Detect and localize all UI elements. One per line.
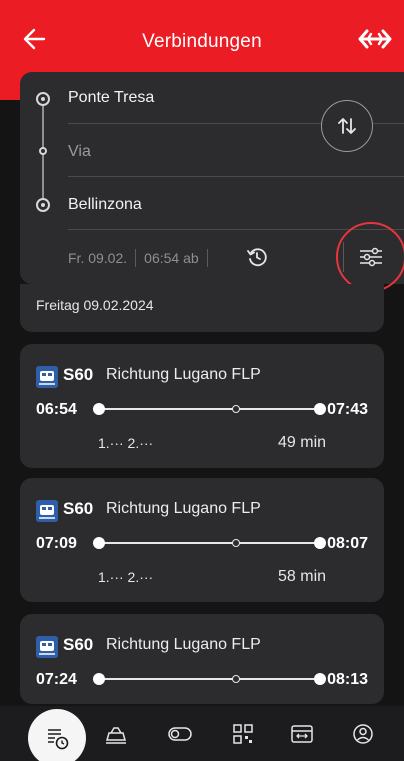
profile-icon[interactable]	[345, 716, 381, 752]
departure-dot	[93, 673, 105, 685]
line-number: S60	[63, 499, 94, 518]
journey-line	[98, 408, 320, 410]
line-number: S60	[63, 635, 94, 654]
arrival-time: 07:43	[327, 401, 368, 418]
direction: Richtung Lugano FLP	[106, 366, 261, 383]
arrival-time: 08:13	[327, 671, 368, 688]
connection-card[interactable]: S60 Richtung Lugano FLP 07:09 08:07 1.··…	[20, 478, 384, 602]
via-marker-icon	[39, 147, 47, 155]
line-number: S60	[63, 365, 94, 384]
stop-dot	[232, 675, 240, 683]
departure-dot	[93, 537, 105, 549]
departure-time: 07:09	[36, 535, 77, 552]
qr-code-icon[interactable]	[225, 716, 261, 752]
divider	[68, 176, 404, 177]
date-value[interactable]: Fr. 09.02.	[68, 250, 127, 266]
train-icon	[36, 636, 58, 658]
duration: 58 min	[278, 568, 327, 585]
destination-field[interactable]: Bellinzona	[68, 196, 142, 214]
departure-time: 06:54	[36, 401, 77, 418]
journey-line	[98, 678, 320, 680]
direction: Richtung Lugano FLP	[106, 636, 261, 653]
tickets-icon[interactable]	[98, 716, 134, 752]
divider	[135, 249, 137, 267]
stop-dot	[232, 405, 240, 413]
direction: Richtung Lugano FLP	[106, 500, 261, 517]
datetime-selector[interactable]: Fr. 09.02. 06:54 ab	[68, 248, 216, 268]
departure-time: 07:24	[36, 671, 77, 688]
journey-line	[98, 542, 320, 544]
divider	[206, 249, 208, 267]
search-form: Ponte Tresa Via Bellinzona Fr. 09.02. 06…	[20, 72, 404, 292]
destination-marker-icon	[36, 198, 50, 212]
stop-dot	[232, 539, 240, 547]
toggle-icon[interactable]	[162, 716, 198, 752]
filter-highlight	[336, 222, 404, 292]
page-title: Verbindungen	[142, 31, 262, 52]
time-value[interactable]: 06:54 ab	[144, 250, 199, 266]
origin-field[interactable]: Ponte Tresa	[68, 89, 154, 107]
train-icon	[36, 366, 58, 388]
arrival-dot	[314, 403, 326, 415]
travel-card-icon[interactable]	[284, 716, 320, 752]
swap-stations-button[interactable]	[321, 100, 373, 152]
arrival-dot	[314, 537, 326, 549]
connection-card[interactable]: S60 Richtung Lugano FLP 07:24 08:13	[20, 614, 384, 704]
history-icon[interactable]	[246, 246, 268, 268]
date-section-header: Freitag 09.02.2024	[20, 284, 384, 332]
occupancy-info: 1.··· 2.···	[98, 435, 154, 451]
departure-dot	[93, 403, 105, 415]
origin-marker-icon	[36, 92, 50, 106]
occupancy-info: 1.··· 2.···	[98, 569, 154, 585]
timetable-icon	[48, 729, 69, 750]
date-heading: Freitag 09.02.2024	[36, 297, 154, 313]
train-icon	[36, 500, 58, 522]
duration: 49 min	[278, 434, 327, 451]
timetable-tab[interactable]	[28, 709, 86, 761]
arrival-time: 08:07	[327, 535, 368, 552]
reverse-direction-icon[interactable]	[358, 28, 392, 50]
arrival-dot	[314, 673, 326, 685]
connection-card[interactable]: S60 Richtung Lugano FLP 06:54 07:43 1.··…	[20, 344, 384, 468]
via-field[interactable]: Via	[68, 143, 91, 161]
swap-arrows-icon	[338, 118, 356, 134]
